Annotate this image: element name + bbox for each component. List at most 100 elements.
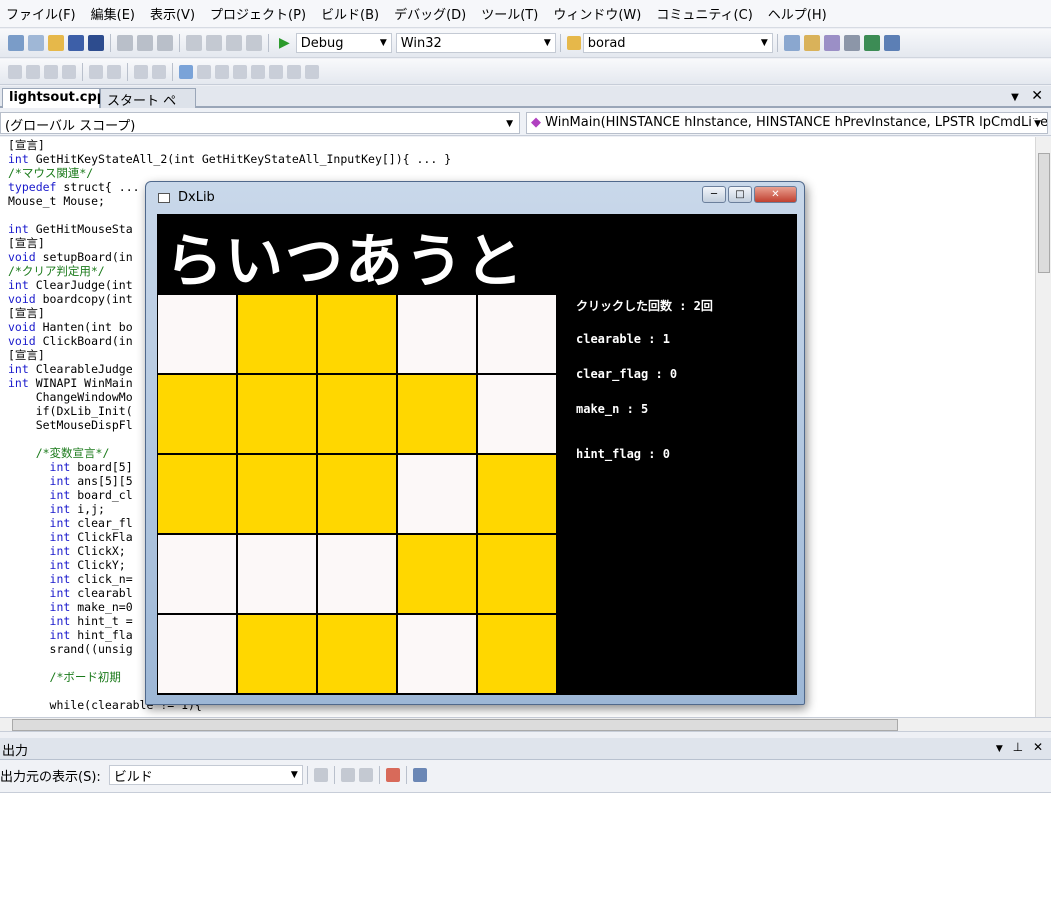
menu-debug[interactable]: デバッグ(D)	[394, 4, 466, 23]
close-button[interactable]: ✕	[754, 186, 797, 203]
start-page-icon[interactable]	[863, 35, 880, 51]
undo-icon[interactable]	[186, 35, 202, 51]
next-bookmark-icon[interactable]	[215, 64, 229, 79]
solution-explorer-icon[interactable]	[783, 35, 800, 51]
board-cell-4-4[interactable]	[477, 614, 557, 694]
window-position-icon[interactable]: ▼	[996, 744, 1003, 754]
board-cell-4-2[interactable]	[317, 614, 397, 694]
add-item-icon[interactable]	[28, 35, 44, 51]
output-source-dropdown[interactable]: ビルド ▼	[108, 765, 303, 785]
menu-project[interactable]: プロジェクト(P)	[210, 4, 306, 23]
find-message-icon[interactable]	[313, 768, 328, 782]
tab-dropdown-icon[interactable]: ▼	[1011, 92, 1019, 103]
menu-help[interactable]: ヘルプ(H)	[768, 4, 827, 23]
minimize-button[interactable]: ─	[702, 186, 726, 203]
command-window-icon[interactable]	[883, 35, 900, 51]
menu-tools[interactable]: ツール(T)	[481, 4, 538, 23]
board-cell-0-1[interactable]	[237, 294, 317, 374]
auto-hide-pin-icon[interactable]: ⊥	[1013, 740, 1023, 754]
menu-window[interactable]: ウィンドウ(W)	[553, 4, 641, 23]
object-browser-icon[interactable]	[823, 35, 840, 51]
horizontal-scrollbar[interactable]	[0, 718, 1051, 732]
board-cell-3-3[interactable]	[397, 534, 477, 614]
board-cell-0-3[interactable]	[397, 294, 477, 374]
board-cell-3-1[interactable]	[237, 534, 317, 614]
board-cell-2-4[interactable]	[477, 454, 557, 534]
member-list-icon[interactable]	[8, 64, 22, 79]
board-cell-1-1[interactable]	[237, 374, 317, 454]
complete-word-icon[interactable]	[62, 64, 76, 79]
scrollbar-thumb[interactable]	[1038, 153, 1050, 273]
code-keyword: int	[8, 222, 29, 236]
find-dropdown[interactable]: borad ▼	[582, 33, 773, 53]
tab-lightsout-cpp[interactable]: lightsout.cpp	[2, 88, 106, 108]
scope-dropdown[interactable]: (グローバル スコープ) ▼	[0, 112, 520, 134]
clear-bookmarks-icon[interactable]	[305, 64, 319, 79]
increase-indent-icon[interactable]	[107, 64, 121, 79]
decrease-indent-icon[interactable]	[89, 64, 103, 79]
board-cell-3-2[interactable]	[317, 534, 397, 614]
game-canvas[interactable]: らいつあうと クリックした回数 : 2回 clearable : 1 clear…	[157, 214, 797, 695]
solution-configuration-dropdown[interactable]: Debug ▼	[295, 33, 392, 53]
close-icon[interactable]: ✕	[1033, 740, 1043, 754]
board-cell-3-4[interactable]	[477, 534, 557, 614]
toolbox-icon[interactable]	[843, 35, 860, 51]
quick-info-icon[interactable]	[44, 64, 58, 79]
cut-icon[interactable]	[117, 35, 133, 51]
find-in-files-icon[interactable]	[566, 36, 581, 50]
redo-icon[interactable]	[206, 35, 222, 51]
copy-icon[interactable]	[137, 35, 153, 51]
properties-icon[interactable]	[803, 35, 820, 51]
board-cell-2-1[interactable]	[237, 454, 317, 534]
board-cell-2-0[interactable]	[157, 454, 237, 534]
board-cell-4-0[interactable]	[157, 614, 237, 694]
navigate-back-icon[interactable]	[226, 35, 242, 51]
paste-icon[interactable]	[157, 35, 173, 51]
board-cell-4-3[interactable]	[397, 614, 477, 694]
toggle-bookmark-icon[interactable]	[179, 64, 193, 79]
board-cell-0-2[interactable]	[317, 294, 397, 374]
open-file-icon[interactable]	[48, 35, 64, 51]
previous-bookmark-folder-icon[interactable]	[233, 64, 247, 79]
save-icon[interactable]	[68, 35, 84, 51]
clear-all-icon[interactable]	[385, 768, 400, 782]
save-all-icon[interactable]	[88, 35, 104, 51]
board-cell-0-4[interactable]	[477, 294, 557, 374]
menu-view[interactable]: 表示(V)	[150, 4, 195, 23]
tab-start-page[interactable]: スタート ページ	[100, 88, 196, 128]
previous-bookmark-doc-icon[interactable]	[269, 64, 283, 79]
output-text-area[interactable]	[0, 792, 1051, 920]
board-cell-2-2[interactable]	[317, 454, 397, 534]
menu-file[interactable]: ファイル(F)	[6, 4, 76, 23]
menu-edit[interactable]: 編集(E)	[91, 4, 135, 23]
navigate-forward-icon[interactable]	[246, 35, 262, 51]
board-cell-1-3[interactable]	[397, 374, 477, 454]
previous-bookmark-icon[interactable]	[197, 64, 211, 79]
board-cell-1-4[interactable]	[477, 374, 557, 454]
menu-build[interactable]: ビルド(B)	[321, 4, 379, 23]
next-message-icon[interactable]	[358, 768, 373, 782]
next-bookmark-doc-icon[interactable]	[287, 64, 301, 79]
board-cell-0-0[interactable]	[157, 294, 237, 374]
new-project-icon[interactable]	[8, 35, 24, 51]
next-bookmark-folder-icon[interactable]	[251, 64, 265, 79]
solution-platform-dropdown[interactable]: Win32 ▼	[395, 33, 556, 53]
board-cell-1-2[interactable]	[317, 374, 397, 454]
board-cell-1-0[interactable]	[157, 374, 237, 454]
toolbar-separator	[82, 62, 83, 81]
start-debug-icon[interactable]: ▶	[279, 35, 290, 51]
vertical-scrollbar[interactable]	[1035, 137, 1051, 717]
menu-community[interactable]: コミュニティ(C)	[656, 4, 752, 23]
word-wrap-icon[interactable]	[412, 768, 427, 782]
board-cell-2-3[interactable]	[397, 454, 477, 534]
board-cell-4-1[interactable]	[237, 614, 317, 694]
parameter-info-icon[interactable]	[26, 64, 40, 79]
comment-out-icon[interactable]	[134, 64, 148, 79]
close-icon[interactable]: ✕	[1031, 88, 1043, 104]
board-cell-3-0[interactable]	[157, 534, 237, 614]
maximize-button[interactable]: □	[728, 186, 752, 203]
previous-message-icon[interactable]	[340, 768, 355, 782]
uncomment-icon[interactable]	[152, 64, 166, 79]
scrollbar-thumb[interactable]	[12, 719, 898, 731]
member-dropdown[interactable]: ◆ WinMain(HINSTANCE hInstance, HINSTANCE…	[526, 112, 1048, 134]
